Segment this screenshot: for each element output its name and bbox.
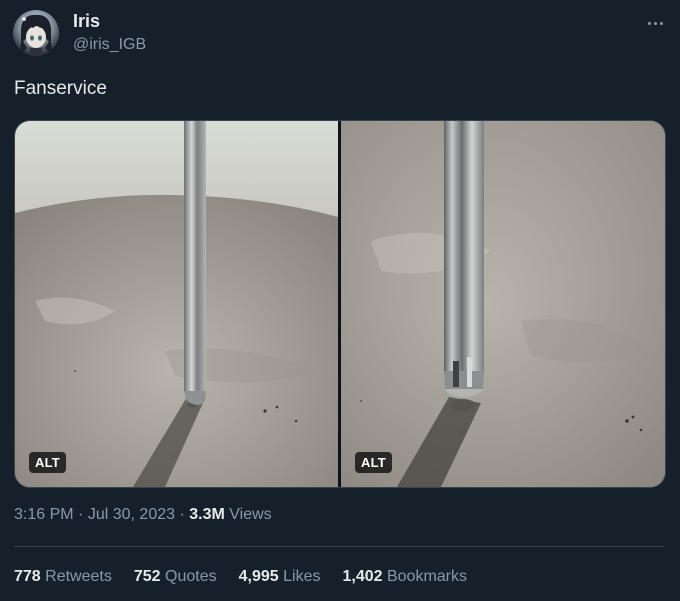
more-options-icon	[659, 21, 663, 25]
likes-count: 4,995	[238, 568, 279, 585]
more-options-button[interactable]	[643, 13, 667, 33]
meta-separator: ·	[179, 506, 185, 523]
alt-text-badge[interactable]: ALT	[355, 452, 392, 473]
tweet-time[interactable]: 3:16 PM	[14, 506, 74, 523]
tweet-card: Iris @iris_IGB Fanservice ALT ALT 3:16 P…	[0, 0, 680, 601]
anime-avatar-icon	[19, 14, 53, 56]
quotes-count: 752	[133, 568, 161, 585]
quotes-stat[interactable]: 752 Quotes	[134, 568, 217, 586]
tweet-meta: 3:16 PM · Jul 30, 2023 · 3.3M Views	[14, 506, 272, 524]
photo-1[interactable]: ALT	[15, 121, 338, 487]
likes-stat[interactable]: 4,995 Likes	[239, 568, 321, 586]
tweet-header: Iris @iris_IGB	[13, 10, 667, 60]
alt-text-badge[interactable]: ALT	[29, 452, 66, 473]
divider	[14, 546, 664, 547]
quotes-label: Quotes	[165, 568, 217, 585]
media-grid: ALT ALT	[14, 120, 666, 488]
more-options-icon	[647, 21, 651, 25]
retweets-label: Retweets	[45, 568, 112, 585]
author-handle[interactable]: @iris_IGB	[73, 36, 146, 54]
more-options-icon	[653, 21, 657, 25]
bookmarks-label: Bookmarks	[386, 568, 467, 585]
photo-2[interactable]: ALT	[341, 121, 665, 487]
engagement-stats: 778 Retweets 752 Quotes 4,995 Likes 1,40…	[14, 568, 467, 586]
tweet-text: Fanservice	[14, 78, 107, 99]
photo-1-image	[15, 121, 338, 487]
author-name[interactable]: Iris	[73, 11, 100, 32]
retweets-stat[interactable]: 778 Retweets	[14, 568, 112, 586]
tweet-date[interactable]: Jul 30, 2023	[88, 506, 175, 523]
likes-label: Likes	[283, 568, 321, 585]
photo-2-image	[341, 121, 665, 487]
views-label: Views	[229, 506, 272, 523]
bookmarks-count: 1,402	[342, 568, 383, 585]
avatar[interactable]	[13, 10, 59, 56]
views-count: 3.3M	[189, 506, 225, 523]
meta-separator: ·	[78, 506, 84, 523]
bookmarks-stat[interactable]: 1,402 Bookmarks	[342, 568, 467, 586]
retweets-count: 778	[14, 568, 41, 585]
